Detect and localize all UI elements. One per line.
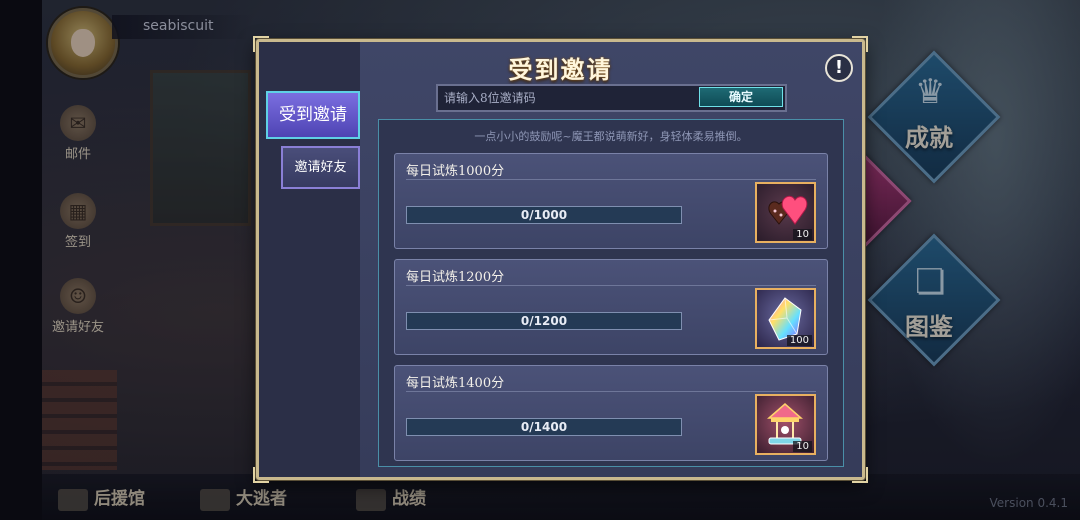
dialog-title: 受到邀请 (508, 55, 613, 84)
divider (406, 391, 816, 392)
reward-count: 10 (793, 441, 812, 452)
progress-bar: 0/1200 (406, 312, 682, 330)
progress-bar: 0/1000 (406, 206, 682, 224)
divider (406, 285, 816, 286)
task-title: 每日试炼1200分 (406, 270, 505, 285)
reward-item[interactable]: 100 (755, 288, 816, 349)
task-title: 每日试炼1400分 (406, 376, 505, 391)
progress-text: 0/1400 (520, 420, 568, 434)
task-panel: 一点小小的鼓励呢~魔王都说萌新好，身轻体柔易推倒。 每日试炼1000分 0/10… (378, 119, 844, 467)
reward-count: 10 (793, 229, 812, 240)
invite-code-input[interactable] (438, 86, 696, 110)
reward-count: 100 (786, 335, 812, 346)
corner-ornament (852, 467, 868, 483)
task-card: 每日试炼1400分 0/1400 10 (394, 365, 828, 461)
progress-text: 0/1000 (520, 208, 568, 222)
tab-received-invite[interactable]: 受到邀请 (266, 91, 360, 139)
task-card: 每日试炼1200分 0/1200 100 (394, 259, 828, 355)
reward-item[interactable]: 10 (755, 182, 816, 243)
confirm-button[interactable]: 确定 (699, 87, 783, 107)
invite-code-row: 确定 (436, 84, 787, 112)
help-icon[interactable]: ! (825, 54, 853, 82)
hint-text: 一点小小的鼓励呢~魔王都说萌新好，身轻体柔易推倒。 (474, 130, 748, 143)
divider (406, 179, 816, 180)
progress-text: 0/1200 (520, 314, 568, 328)
reward-item[interactable]: 10 (755, 394, 816, 455)
task-title: 每日试炼1000分 (406, 164, 505, 179)
invite-dialog: 受到邀请 ! 受到邀请 邀请好友 确定 一点小小的鼓励呢~魔王都说萌新好，身轻体… (253, 36, 868, 483)
progress-bar: 0/1400 (406, 418, 682, 436)
tab-invite-friends[interactable]: 邀请好友 (281, 146, 360, 189)
task-card: 每日试炼1000分 0/1000 10 (394, 153, 828, 249)
